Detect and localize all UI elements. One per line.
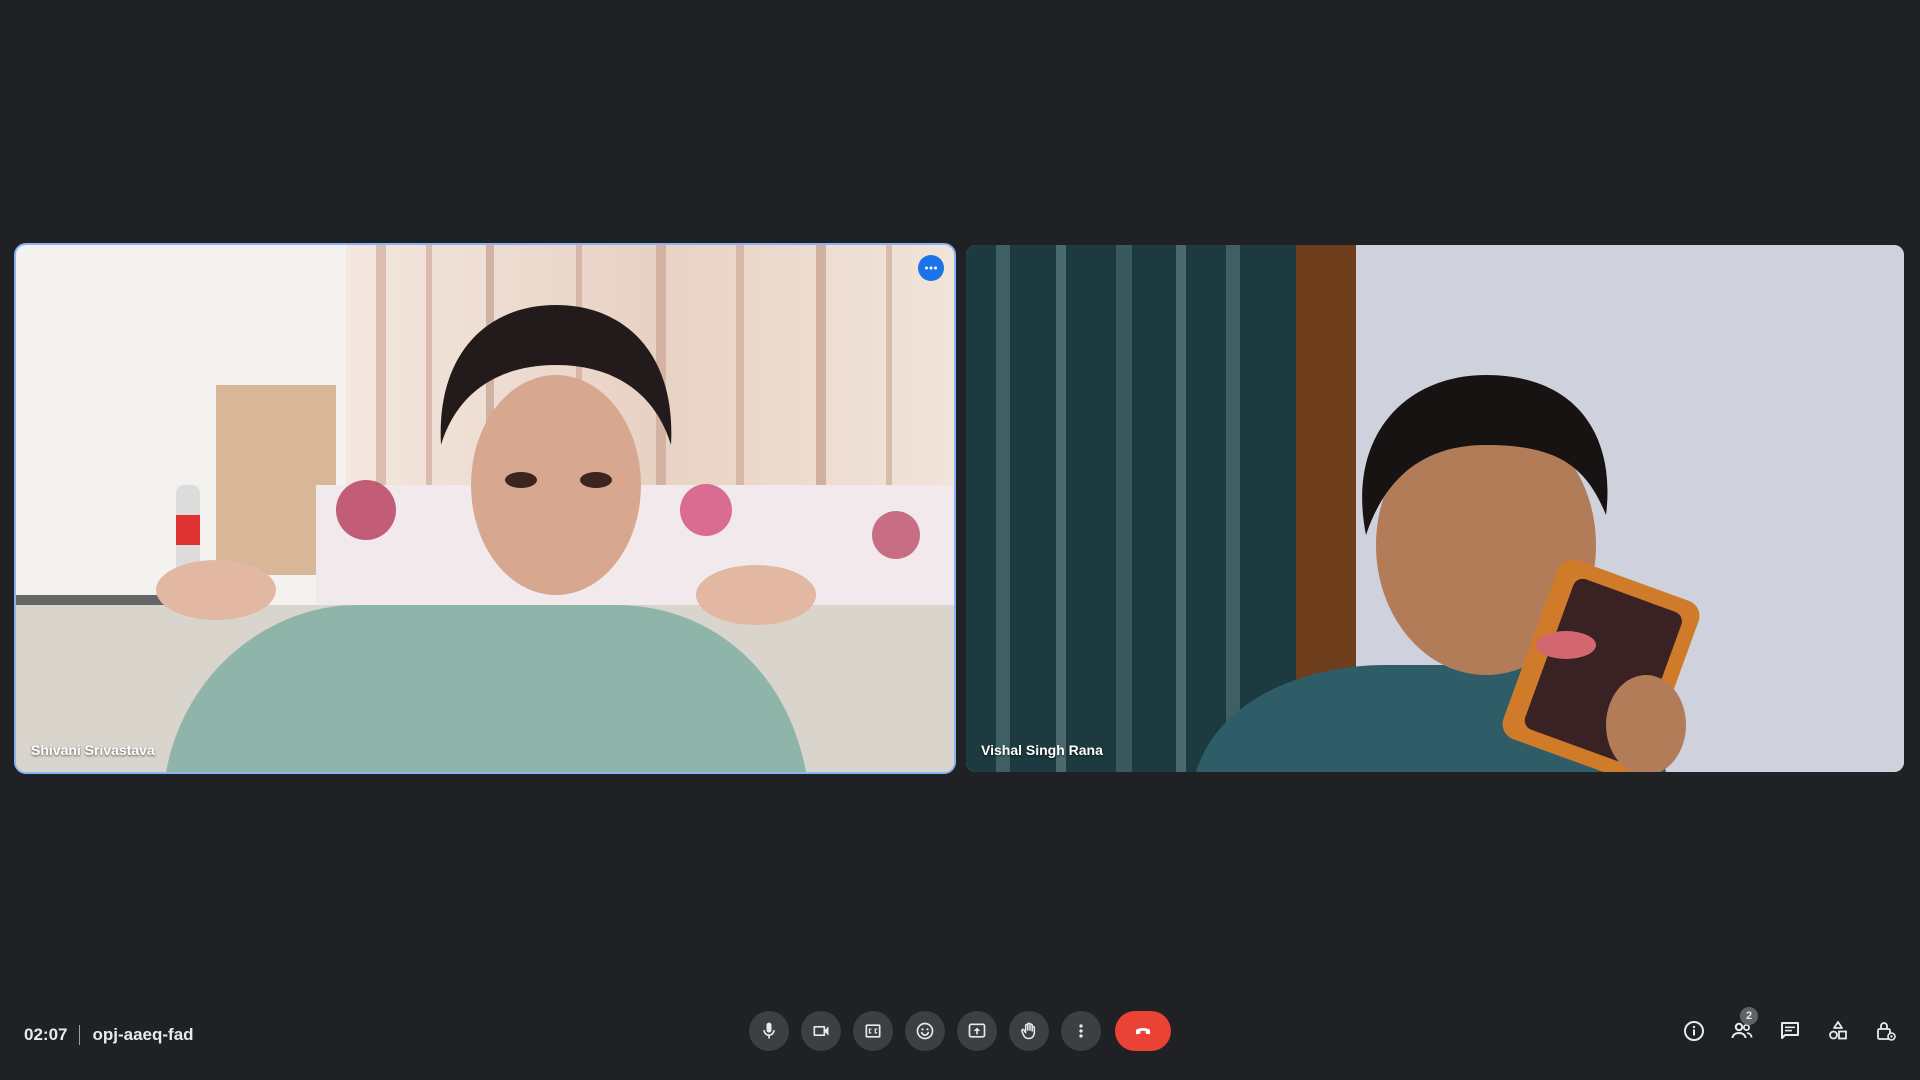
reactions-button[interactable] [905,1011,945,1051]
info-icon [1684,1021,1704,1041]
present-screen-icon [968,1023,986,1038]
activities-button[interactable] [1818,1011,1858,1051]
chat-icon [1781,1022,1799,1039]
call-controls [749,1011,1171,1051]
present-screen-button[interactable] [957,1011,997,1051]
bottom-toolbar: 02:07 opj-aaeq-fad 2 [0,990,1920,1080]
meeting-code: opj-aaeq-fad [92,1025,194,1044]
participant-name: Shivani Srivastava [31,742,155,758]
meeting-info: 02:07 opj-aaeq-fad [24,990,194,1080]
video-feed-shivani [16,245,954,772]
more-options-button[interactable] [1061,1011,1101,1051]
participant-tile-shivani[interactable]: Shivani Srivastava [14,243,956,774]
camera-button[interactable] [801,1011,841,1051]
host-controls-icon [1877,1022,1896,1041]
people-button[interactable]: 2 [1722,1007,1762,1051]
activities-icon [1829,1021,1847,1040]
video-feed-vishal [966,245,1904,772]
participant-tile-vishal[interactable]: Vishal Singh Rana [966,245,1904,772]
microphone-button[interactable] [749,1011,789,1051]
emoji-icon [916,1022,934,1040]
microphone-icon [763,1022,775,1039]
side-panel-controls: 2 [1674,1007,1906,1051]
meeting-details-button[interactable] [1674,1011,1714,1051]
hand-icon [1021,1022,1036,1040]
chat-button[interactable] [1770,1011,1810,1051]
meeting-time: 02:07 [24,1025,68,1044]
meeting-info-divider [79,1025,81,1045]
participant-more-options-button[interactable] [918,255,944,281]
closed-captions-icon [865,1024,881,1038]
captions-button[interactable] [853,1011,893,1051]
video-stage: Shivani Srivastava Vishal Singh Rana [0,0,1920,990]
host-controls-button[interactable] [1866,1011,1906,1051]
video-camera-icon [813,1026,829,1036]
people-count-badge: 2 [1740,1007,1758,1025]
more-horiz-icon [925,266,937,270]
more-vert-icon [1079,1024,1083,1038]
hangup-icon [1135,1028,1151,1035]
participant-name: Vishal Singh Rana [981,742,1103,758]
leave-call-button[interactable] [1115,1011,1171,1051]
raise-hand-button[interactable] [1009,1011,1049,1051]
